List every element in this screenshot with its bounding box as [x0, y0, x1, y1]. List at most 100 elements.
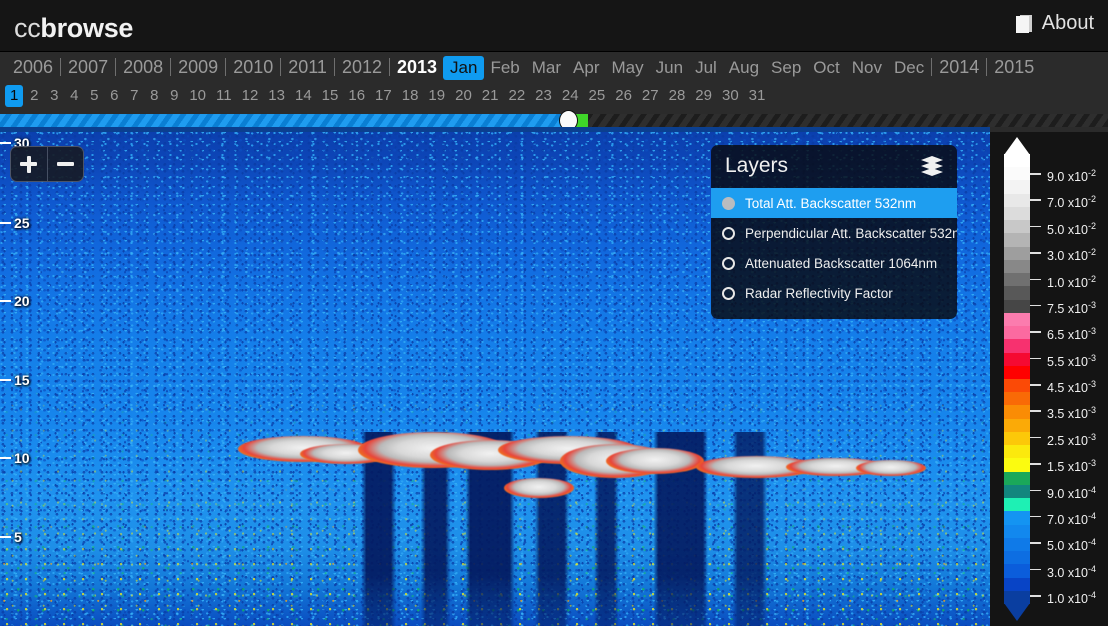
- day-12[interactable]: 12: [238, 82, 263, 110]
- day-9[interactable]: 9: [165, 82, 183, 110]
- day-4[interactable]: 4: [65, 82, 83, 110]
- month-aug[interactable]: Aug: [723, 53, 765, 82]
- day-21[interactable]: 21: [478, 82, 503, 110]
- day-7[interactable]: 7: [125, 82, 143, 110]
- day-19[interactable]: 19: [424, 82, 449, 110]
- day-30[interactable]: 30: [718, 82, 743, 110]
- day-24[interactable]: 24: [558, 82, 583, 110]
- colorbar-tick-mark: [1030, 384, 1041, 386]
- month-jul[interactable]: Jul: [689, 53, 723, 82]
- layer-option-label: Total Att. Backscatter 532nm: [745, 195, 917, 211]
- cloud-blob: [856, 460, 926, 476]
- month-dec[interactable]: Dec: [888, 53, 930, 82]
- layer-option-attenuated-backscatter-1064nm[interactable]: Attenuated Backscatter 1064nm: [711, 248, 957, 278]
- zoom-out-button[interactable]: [46, 147, 84, 181]
- day-13[interactable]: 13: [264, 82, 289, 110]
- day-16[interactable]: 16: [344, 82, 369, 110]
- day-14[interactable]: 14: [291, 82, 316, 110]
- timeline-scrubber[interactable]: [0, 110, 1108, 132]
- month-may[interactable]: May: [606, 53, 650, 82]
- colorbar-tick: 1.0 x10-4: [1030, 589, 1108, 606]
- colorbar-tick: 7.0 x10-2: [1030, 193, 1108, 211]
- day-18[interactable]: 18: [398, 82, 423, 110]
- month-jan[interactable]: Jan: [443, 56, 485, 80]
- year-2006[interactable]: 2006: [7, 52, 59, 82]
- day-28[interactable]: 28: [665, 82, 690, 110]
- app-logo[interactable]: ccbrowse: [14, 13, 133, 44]
- colorbar-tick-label: 3.0 x10-2: [1047, 247, 1097, 264]
- year-2012[interactable]: 2012: [336, 52, 388, 82]
- day-1[interactable]: 1: [5, 85, 24, 107]
- year-2015[interactable]: 2015: [988, 52, 1040, 82]
- day-10[interactable]: 10: [185, 82, 210, 110]
- day-17[interactable]: 17: [371, 82, 396, 110]
- year-2013[interactable]: 2013: [391, 52, 443, 82]
- colorbar-tick-label: 3.5 x10-3: [1047, 405, 1097, 422]
- book-icon: [1015, 14, 1033, 34]
- y-tick-mark: [0, 457, 11, 459]
- colorbar-tick: 7.0 x10-4: [1030, 510, 1108, 527]
- layers-list: Total Att. Backscatter 532nm Perpendicula…: [711, 188, 957, 308]
- year-2008[interactable]: 2008: [117, 52, 169, 82]
- radio-icon: [722, 196, 735, 210]
- layer-option-total-att-backscatter-532nm[interactable]: Total Att. Backscatter 532nm: [711, 188, 957, 218]
- day-6[interactable]: 6: [105, 82, 123, 110]
- day-23[interactable]: 23: [531, 82, 556, 110]
- day-2[interactable]: 2: [25, 82, 43, 110]
- nav-separator: [389, 58, 390, 76]
- day-25[interactable]: 25: [585, 82, 610, 110]
- nav-separator: [931, 58, 933, 76]
- month-mar[interactable]: Mar: [526, 53, 567, 82]
- year-2007[interactable]: 2007: [62, 52, 114, 82]
- layers-panel-header: Layers: [711, 145, 957, 188]
- nav-separator: [333, 58, 335, 76]
- month-nov[interactable]: Nov: [846, 53, 888, 82]
- layer-option-label: Attenuated Backscatter 1064nm: [745, 255, 938, 271]
- day-22[interactable]: 22: [504, 82, 529, 110]
- colorbar-tick-mark: [1030, 489, 1041, 492]
- day-3[interactable]: 3: [45, 82, 63, 110]
- layers-title: Layers: [725, 154, 789, 177]
- year-2014[interactable]: 2014: [933, 52, 985, 82]
- colorbar-tick-mark: [1030, 542, 1041, 544]
- month-sep[interactable]: Sep: [765, 53, 807, 82]
- month-oct[interactable]: Oct: [807, 53, 845, 82]
- logo-cc: cc: [14, 13, 41, 43]
- y-tick-label: 5: [14, 529, 22, 545]
- colorbar-tick-label: 2.5 x10-3: [1047, 431, 1097, 448]
- layers-stack-icon[interactable]: [921, 156, 943, 177]
- about-button[interactable]: About: [1015, 12, 1094, 35]
- colorbar-tick: 1.5 x10-3: [1030, 457, 1108, 474]
- day-5[interactable]: 5: [85, 82, 103, 110]
- nav-separator: [225, 58, 227, 76]
- layer-option-radar-reflectivity-factor[interactable]: Radar Reflectivity Factor: [711, 278, 957, 308]
- colorbar-tick-mark: [1030, 568, 1041, 571]
- colorbar-tick-mark: [1030, 173, 1041, 175]
- day-20[interactable]: 20: [451, 82, 476, 110]
- day-29[interactable]: 29: [691, 82, 716, 110]
- month-apr[interactable]: Apr: [567, 53, 605, 82]
- zoom-in-button[interactable]: [11, 147, 47, 181]
- colorbar-tick: 3.5 x10-3: [1030, 404, 1108, 422]
- y-tick-mark: [0, 536, 11, 538]
- month-jun[interactable]: Jun: [650, 53, 689, 82]
- app-header: ccbrowse About: [0, 0, 1108, 52]
- day-11[interactable]: 11: [212, 82, 236, 110]
- colorbar-tick: 4.5 x10-3: [1030, 378, 1108, 395]
- year-month-row: 2006 2007 2008 2009 2010 2011 2012 2013 Jan Feb Ma…: [0, 52, 1108, 82]
- date-navigation: 2006 2007 2008 2009 2010 2011 2012 2013 Jan Feb Ma…: [0, 52, 1108, 110]
- day-27[interactable]: 27: [638, 82, 663, 110]
- day-15[interactable]: 15: [318, 82, 343, 110]
- year-2010[interactable]: 2010: [227, 52, 279, 82]
- month-feb[interactable]: Feb: [484, 53, 525, 82]
- year-2011[interactable]: 2011: [282, 52, 333, 82]
- day-31[interactable]: 31: [745, 82, 770, 110]
- year-2009[interactable]: 2009: [172, 52, 224, 82]
- day-8[interactable]: 8: [145, 82, 163, 110]
- colorbar-tick-mark: [1030, 436, 1041, 439]
- day-26[interactable]: 26: [611, 82, 636, 110]
- colorbar-tick-label: 6.5 x10-3: [1047, 326, 1097, 343]
- about-label: About: [1041, 12, 1094, 34]
- y-tick-mark: [0, 142, 11, 144]
- layer-option-perpendicular-att-backscatter-532nm[interactable]: Perpendicular Att. Backscatter 532nm: [711, 218, 957, 248]
